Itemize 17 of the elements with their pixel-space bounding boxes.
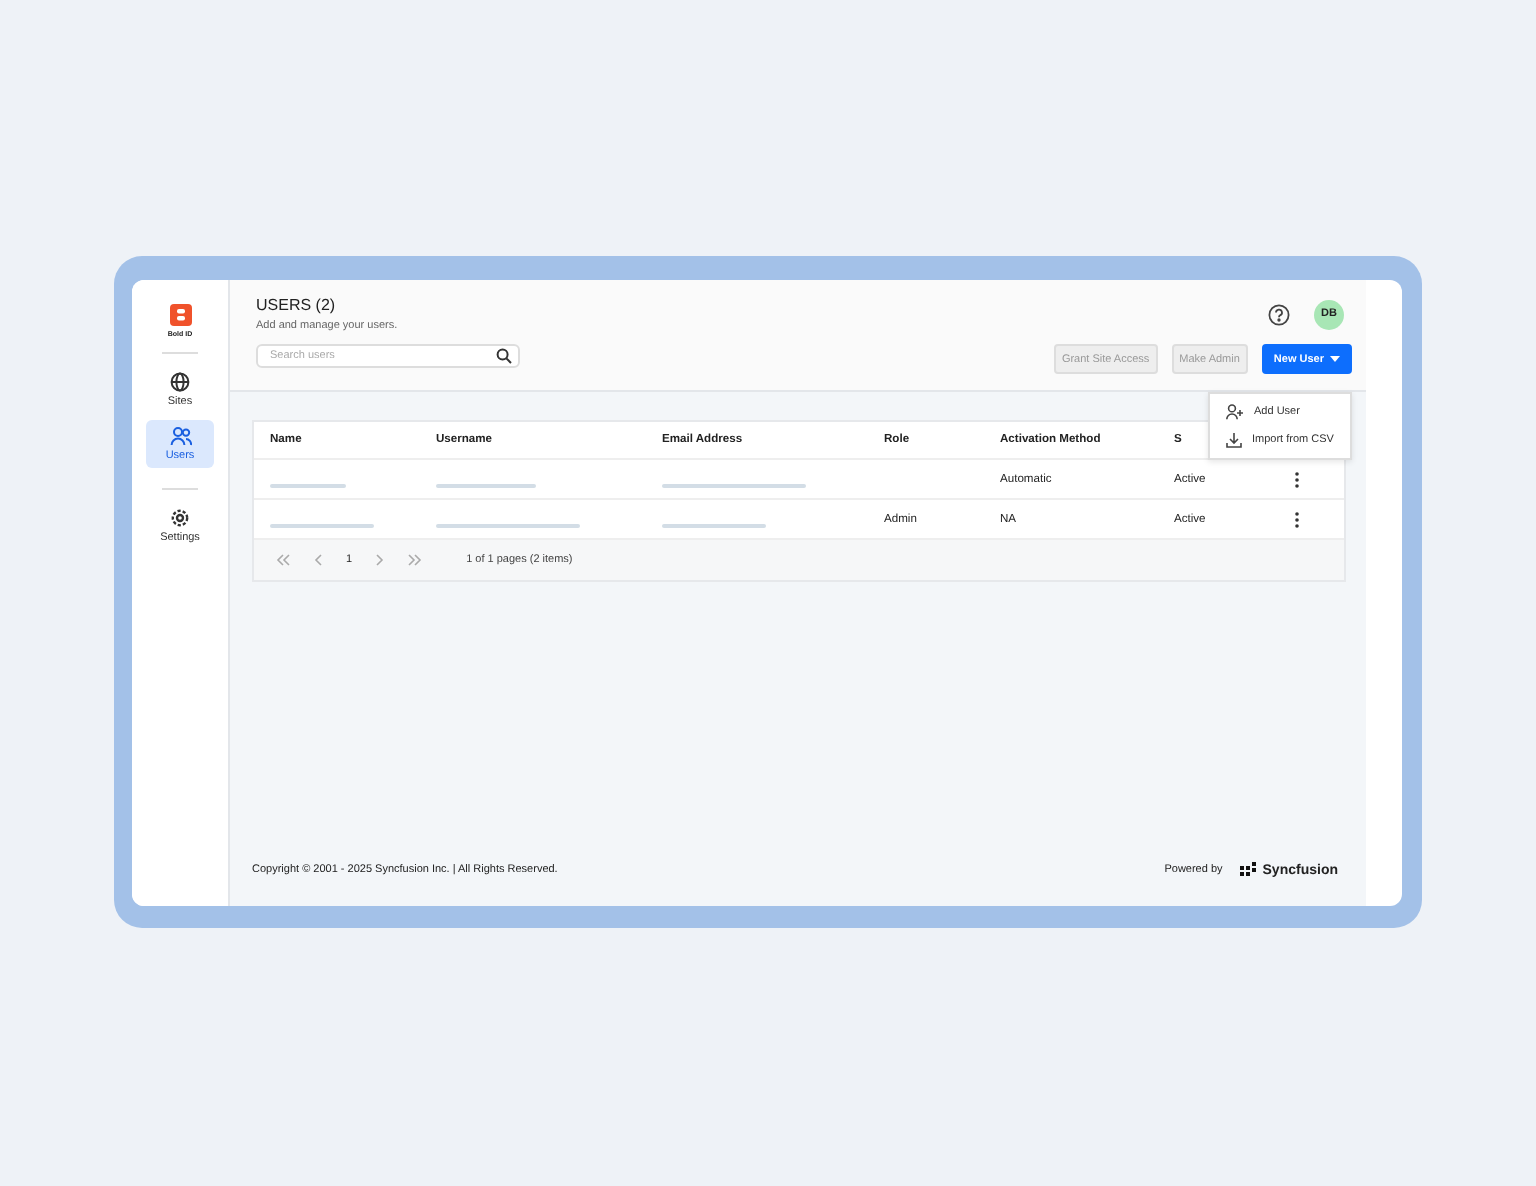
brand-icon [1240,862,1257,878]
settings-icon [170,508,190,528]
last-page-icon[interactable] [408,554,423,566]
next-page-icon[interactable] [376,554,385,566]
add-user-icon [1226,404,1244,420]
search-icon [496,348,512,364]
previous-page-icon[interactable] [314,554,322,566]
help-icon[interactable] [1268,303,1290,325]
caret-icon [1330,356,1340,362]
page-title: USERS (2) [256,296,338,314]
globe-icon [170,372,190,392]
first-page-icon[interactable] [276,554,290,566]
users-icon [169,426,191,446]
more-icon[interactable] [1294,511,1300,527]
download-icon [1226,432,1242,448]
more-icon[interactable] [1294,471,1300,487]
logo-icon [169,304,191,326]
